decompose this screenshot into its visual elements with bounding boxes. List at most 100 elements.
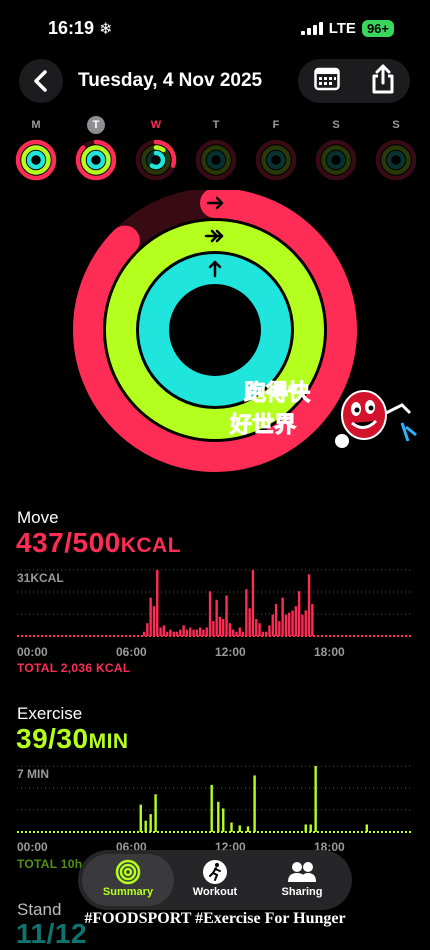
chevron-left-icon <box>34 70 47 92</box>
tab-workout[interactable]: Workout <box>169 854 261 906</box>
move-chart-bar <box>146 623 149 636</box>
week-day-rings-3[interactable] <box>194 138 238 182</box>
back-button[interactable] <box>19 59 63 103</box>
move-chart-bar <box>195 629 199 636</box>
move-chart-bar <box>169 629 172 636</box>
week-day-letter: M <box>31 119 41 131</box>
tab-sharing[interactable]: Sharing <box>256 854 348 906</box>
move-chart-bar <box>156 570 159 636</box>
move-chart-bar <box>241 631 245 636</box>
move-chart-bar <box>248 608 251 636</box>
move-chart-bar <box>175 631 179 636</box>
tab-summary-label: Summary <box>102 886 154 898</box>
week-day-label-3[interactable]: T <box>194 116 238 134</box>
move-chart-bar <box>202 629 205 636</box>
move-x-tick-3: 18:00 <box>314 645 345 659</box>
move-chart-bar <box>222 618 225 636</box>
move-x-tick-0: 00:00 <box>17 645 48 659</box>
status-right: LTE 96+ <box>300 20 394 37</box>
status-time: 16:19 ❄ <box>48 18 112 39</box>
move-chart-bar <box>225 595 228 636</box>
week-day-rings-2[interactable] <box>134 138 178 182</box>
mini-stand-track <box>326 150 346 170</box>
mini-stand-progress <box>26 150 46 170</box>
week-day-rings-6[interactable] <box>374 138 418 182</box>
move-chart-bar <box>297 591 301 636</box>
week-day-rings-4[interactable] <box>254 138 298 182</box>
move-chart-bar <box>278 621 281 636</box>
week-day-rings-1[interactable] <box>74 138 118 182</box>
share-icon <box>372 64 393 93</box>
move-chart-bar <box>208 591 212 636</box>
logo-text-2: 好世界 <box>229 412 297 439</box>
exercise-unit: MIN <box>88 730 129 753</box>
move-chart-bar <box>281 597 284 636</box>
week-day-label-6[interactable]: S <box>374 116 418 134</box>
move-chart-bar <box>294 606 298 636</box>
exercise-chart-bar <box>139 804 142 832</box>
move-chart-bar <box>291 610 294 636</box>
week-day-rings-5[interactable] <box>314 138 358 182</box>
move-chart-bar <box>307 574 311 636</box>
move-chart-bar <box>162 625 166 636</box>
move-chart-bar <box>152 606 156 636</box>
mini-stand-track <box>266 150 286 170</box>
move-chart-bar <box>231 629 235 636</box>
exercise-value: 39/30MIN <box>16 723 129 755</box>
week-day-label-5[interactable]: S <box>314 116 358 134</box>
move-chart-bar <box>274 604 278 636</box>
exercise-chart-bar <box>149 814 152 832</box>
hashtag-caption: #FOODSPORT #Exercise For Hunger <box>84 910 346 927</box>
move-value: 437/500KCAL <box>16 527 181 559</box>
calendar-icon <box>313 67 340 90</box>
move-chart-bar <box>159 627 162 636</box>
move-chart-bar <box>182 625 185 636</box>
week-day-label-4[interactable]: F <box>254 116 298 134</box>
header-actions <box>298 59 410 103</box>
move-chart-bar <box>218 616 222 636</box>
tab-bar: Summary Workout Sharing <box>78 850 352 910</box>
calendar-button[interactable] <box>313 67 340 96</box>
network-label: LTE <box>328 20 356 37</box>
move-chart <box>17 569 413 637</box>
move-chart-bar <box>235 631 238 636</box>
move-chart-bar <box>198 627 202 636</box>
week-day-rings-0[interactable] <box>14 138 58 182</box>
move-total: TOTAL 2,036 KCAL <box>17 661 131 675</box>
move-chart-bar <box>179 629 182 636</box>
week-day-label-1[interactable]: T <box>74 116 118 134</box>
time-text: 16:19 <box>48 18 95 38</box>
exercise-chart-bar <box>144 820 147 832</box>
exercise-chart-bar <box>210 784 213 832</box>
move-chart-bar <box>255 618 258 636</box>
mini-stand-track <box>206 150 226 170</box>
week-day-label-0[interactable]: M <box>14 116 58 134</box>
exercise-chart-bar <box>309 824 312 832</box>
move-chart-bar <box>288 612 291 636</box>
exercise-chart-bar <box>365 824 368 832</box>
move-chart-bar <box>238 627 241 636</box>
week-day-letter: S <box>332 119 340 131</box>
move-chart-bar <box>142 631 146 636</box>
move-x-tick-1: 06:00 <box>116 645 147 659</box>
mini-stand-track <box>386 150 406 170</box>
tab-summary[interactable]: Summary <box>82 854 174 906</box>
week-day-label-2[interactable]: W <box>134 116 178 134</box>
move-chart-bar <box>301 614 304 636</box>
move-chart-bar <box>264 631 268 636</box>
move-chart-bar <box>192 629 195 636</box>
move-chart-bar <box>245 589 248 636</box>
exercise-chart-bar <box>304 824 307 832</box>
running-figure-icon <box>203 860 227 884</box>
exercise-chart-bar <box>230 822 233 832</box>
mini-stand-progress <box>86 150 106 170</box>
week-day-letter: T <box>212 119 220 131</box>
share-button[interactable] <box>371 64 395 99</box>
week-day-letter: S <box>392 119 400 131</box>
move-chart-bar <box>228 623 232 636</box>
exercise-value-text: 39/30 <box>16 723 89 754</box>
exercise-chart-bar <box>154 794 157 832</box>
week-day-letter: F <box>272 119 280 131</box>
exercise-chart-bar <box>253 775 256 832</box>
exercise-chart <box>17 765 413 833</box>
